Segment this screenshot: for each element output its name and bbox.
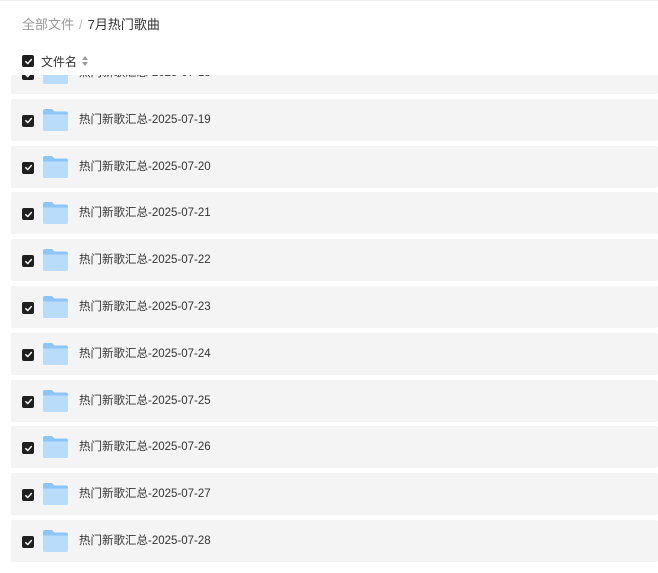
checkmark-icon bbox=[24, 211, 32, 218]
file-name: 热门新歌汇总-2025-07-20 bbox=[79, 160, 211, 173]
file-browser: 热门新歌汇总-2025-07-18 热门新歌汇总-2025-07-19 bbox=[0, 0, 658, 573]
file-name: 热门新歌汇总-2025-07-19 bbox=[79, 113, 211, 126]
row-checkbox[interactable] bbox=[22, 489, 34, 502]
file-name: 热门新歌汇总-2025-07-24 bbox=[79, 347, 211, 360]
checkmark-icon bbox=[24, 118, 32, 124]
file-row[interactable]: 热门新歌汇总-2025-07-24 bbox=[11, 332, 658, 375]
file-row[interactable]: 热门新歌汇总-2025-07-26 bbox=[11, 426, 658, 469]
row-checkbox[interactable] bbox=[22, 395, 34, 408]
breadcrumb-root-link[interactable]: 全部文件 bbox=[22, 16, 74, 34]
breadcrumb: 全部文件 / 7月热门歌曲 bbox=[22, 16, 160, 34]
file-row[interactable]: 热门新歌汇总-2025-07-20 bbox=[11, 145, 658, 188]
file-name: 热门新歌汇总-2025-07-26 bbox=[79, 441, 211, 454]
row-checkbox[interactable] bbox=[22, 302, 34, 314]
checkmark-icon bbox=[24, 258, 32, 264]
column-header: 文件名 bbox=[22, 53, 89, 69]
row-checkbox[interactable] bbox=[22, 442, 34, 455]
file-row[interactable]: 热门新歌汇总-2025-07-22 bbox=[11, 239, 658, 282]
checkmark-icon bbox=[24, 305, 32, 311]
file-name: 热门新歌汇总-2025-07-21 bbox=[79, 207, 211, 220]
checkmark-icon bbox=[24, 164, 32, 171]
checkmark-icon bbox=[24, 398, 32, 405]
checkmark-icon bbox=[24, 58, 32, 64]
file-name: 热门新歌汇总-2025-07-27 bbox=[79, 488, 211, 501]
file-row[interactable]: 热门新歌汇总-2025-07-19 bbox=[11, 98, 658, 141]
row-checkbox[interactable] bbox=[22, 161, 34, 174]
row-checkbox[interactable] bbox=[22, 536, 34, 548]
breadcrumb-current: 7月热门歌曲 bbox=[87, 17, 160, 32]
breadcrumb-separator: / bbox=[79, 17, 83, 32]
folder-icon bbox=[43, 108, 68, 131]
folder-icon bbox=[43, 436, 68, 459]
column-name-label[interactable]: 文件名 bbox=[41, 53, 77, 70]
file-name: 热门新歌汇总-2025-07-28 bbox=[79, 535, 211, 547]
folder-icon bbox=[43, 389, 68, 412]
file-row[interactable]: 热门新歌汇总-2025-07-27 bbox=[11, 473, 658, 516]
folder-icon bbox=[43, 342, 68, 365]
checkmark-icon bbox=[24, 445, 32, 452]
folder-icon bbox=[43, 249, 68, 272]
row-checkbox[interactable] bbox=[22, 348, 34, 361]
row-checkbox[interactable] bbox=[22, 255, 34, 268]
folder-icon bbox=[43, 530, 68, 552]
folder-icon bbox=[43, 155, 68, 178]
file-name: 热门新歌汇总-2025-07-22 bbox=[79, 254, 211, 267]
folder-icon bbox=[43, 202, 68, 225]
select-all-checkbox[interactable] bbox=[22, 55, 34, 67]
row-checkbox[interactable] bbox=[22, 114, 34, 127]
file-row[interactable]: 热门新歌汇总-2025-07-21 bbox=[11, 192, 658, 235]
file-row[interactable]: 热门新歌汇总-2025-07-25 bbox=[11, 379, 658, 422]
file-name: 热门新歌汇总-2025-07-25 bbox=[79, 394, 211, 407]
header: 全部文件 / 7月热门歌曲 文件名 bbox=[0, 0, 658, 75]
folder-icon bbox=[43, 483, 68, 506]
row-checkbox[interactable] bbox=[22, 208, 34, 221]
checkmark-icon bbox=[24, 492, 32, 498]
checkmark-icon bbox=[24, 352, 32, 358]
file-name: 热门新歌汇总-2025-07-23 bbox=[79, 301, 211, 313]
folder-icon bbox=[43, 296, 68, 318]
file-row[interactable]: 热门新歌汇总-2025-07-28 bbox=[11, 520, 658, 562]
sort-icon[interactable] bbox=[81, 55, 89, 67]
checkmark-icon bbox=[24, 539, 32, 545]
file-row[interactable]: 热门新歌汇总-2025-07-23 bbox=[11, 286, 658, 328]
